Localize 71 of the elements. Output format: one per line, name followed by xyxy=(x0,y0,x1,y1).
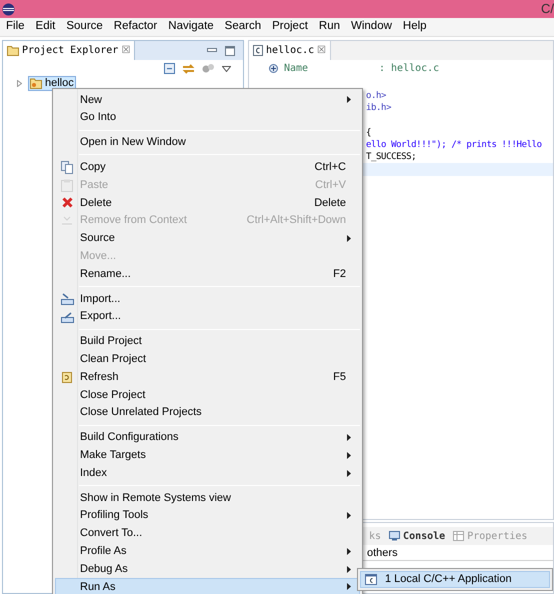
export-icon xyxy=(60,310,74,323)
menu-item[interactable]: Open in New Window xyxy=(55,134,360,152)
menu-item[interactable]: Export... xyxy=(55,308,360,326)
code-line: { xyxy=(366,128,372,138)
close-icon[interactable]: ☒ xyxy=(121,43,130,58)
c-application-icon xyxy=(365,574,377,585)
refresh-icon xyxy=(61,370,73,384)
panel-tab[interactable]: Console xyxy=(389,528,446,544)
project-explorer-tab[interactable]: Project Explorer ☒ xyxy=(3,41,136,60)
menu-item[interactable]: Make Targets xyxy=(55,446,360,464)
remove-icon xyxy=(61,215,73,226)
menu-item[interactable]: Build Configurations xyxy=(55,428,360,446)
menu-item[interactable]: Run As xyxy=(55,578,360,594)
tree-item[interactable]: helloc xyxy=(28,76,76,90)
menu-item[interactable]: Refresh F5 xyxy=(55,368,360,386)
code-line: ello World!!!"); /* prints !!!Hello xyxy=(366,140,542,150)
menu-item[interactable]: Profile As xyxy=(55,542,360,560)
filter-icon[interactable] xyxy=(202,63,215,74)
close-icon[interactable]: ☒ xyxy=(317,43,326,58)
link-arrows-icon[interactable] xyxy=(182,62,195,74)
menu-item[interactable]: Index xyxy=(55,464,360,482)
copy-icon xyxy=(61,160,73,174)
menu-item[interactable]: Profiling Tools xyxy=(55,506,360,525)
menu-item[interactable]: Source xyxy=(66,18,103,36)
c-file-icon xyxy=(253,45,263,56)
window-title: C/ xyxy=(541,0,554,18)
import-icon xyxy=(60,292,74,305)
menu-item[interactable]: Window xyxy=(351,18,392,36)
comment-key: Name xyxy=(284,60,379,76)
menu-item[interactable]: Navigate xyxy=(168,18,214,36)
menu-item[interactable]: Close Project xyxy=(55,386,360,404)
menu-item[interactable]: Go Into xyxy=(55,108,360,127)
menu-item[interactable]: Edit xyxy=(36,18,56,36)
menu-item[interactable]: Debug As xyxy=(55,560,360,578)
delete-icon xyxy=(62,197,72,208)
view-menu-icon[interactable] xyxy=(222,66,231,72)
table-icon xyxy=(453,531,464,541)
menu-item[interactable]: Clean Project xyxy=(55,350,360,368)
menu-item[interactable]: Project xyxy=(272,18,308,36)
clipboard-icon xyxy=(61,178,73,192)
folder-icon xyxy=(7,45,19,56)
menu-item[interactable]: Convert To... xyxy=(55,524,360,542)
menu-item[interactable]: 1 Local C/C++ Application xyxy=(360,571,550,588)
collapse-all-icon[interactable] xyxy=(164,63,175,74)
expand-arrow-icon[interactable] xyxy=(17,80,22,86)
menu-item[interactable]: Show in Remote Systems view xyxy=(55,488,360,507)
project-folder-icon xyxy=(30,77,43,89)
menu-item[interactable]: Delete Delete xyxy=(55,194,360,212)
app-logo-icon xyxy=(2,2,15,16)
menu-item[interactable]: Help xyxy=(402,18,427,36)
expand-icon[interactable] xyxy=(269,64,278,72)
comment-value: : helloc.c xyxy=(379,62,440,76)
menu-item[interactable]: Run xyxy=(318,18,340,36)
menu-item[interactable]: New xyxy=(55,91,360,109)
code-line: ib.h> xyxy=(366,103,392,113)
menu-item[interactable]: Build Project xyxy=(55,332,360,350)
minimize-icon[interactable] xyxy=(207,46,217,54)
menu-item[interactable]: Import... xyxy=(55,290,360,308)
menu-item[interactable]: Search xyxy=(224,18,262,36)
console-text: others xyxy=(367,547,398,559)
code-line: o.h> xyxy=(366,91,386,101)
menu-item[interactable]: Close Unrelated Projects xyxy=(55,404,360,422)
code-line: T_SUCCESS; xyxy=(366,152,416,162)
maximize-icon[interactable] xyxy=(225,46,235,56)
menu-item[interactable]: Source xyxy=(55,230,360,248)
monitor-icon xyxy=(389,531,400,541)
editor-tab[interactable]: helloc.c ☒ xyxy=(249,41,332,60)
menu-item[interactable]: Refactor xyxy=(114,18,158,36)
menu-item[interactable]: File xyxy=(6,18,25,36)
menu-item[interactable]: Copy Ctrl+C xyxy=(55,158,360,176)
menu-item[interactable]: Rename... F2 xyxy=(55,265,360,283)
